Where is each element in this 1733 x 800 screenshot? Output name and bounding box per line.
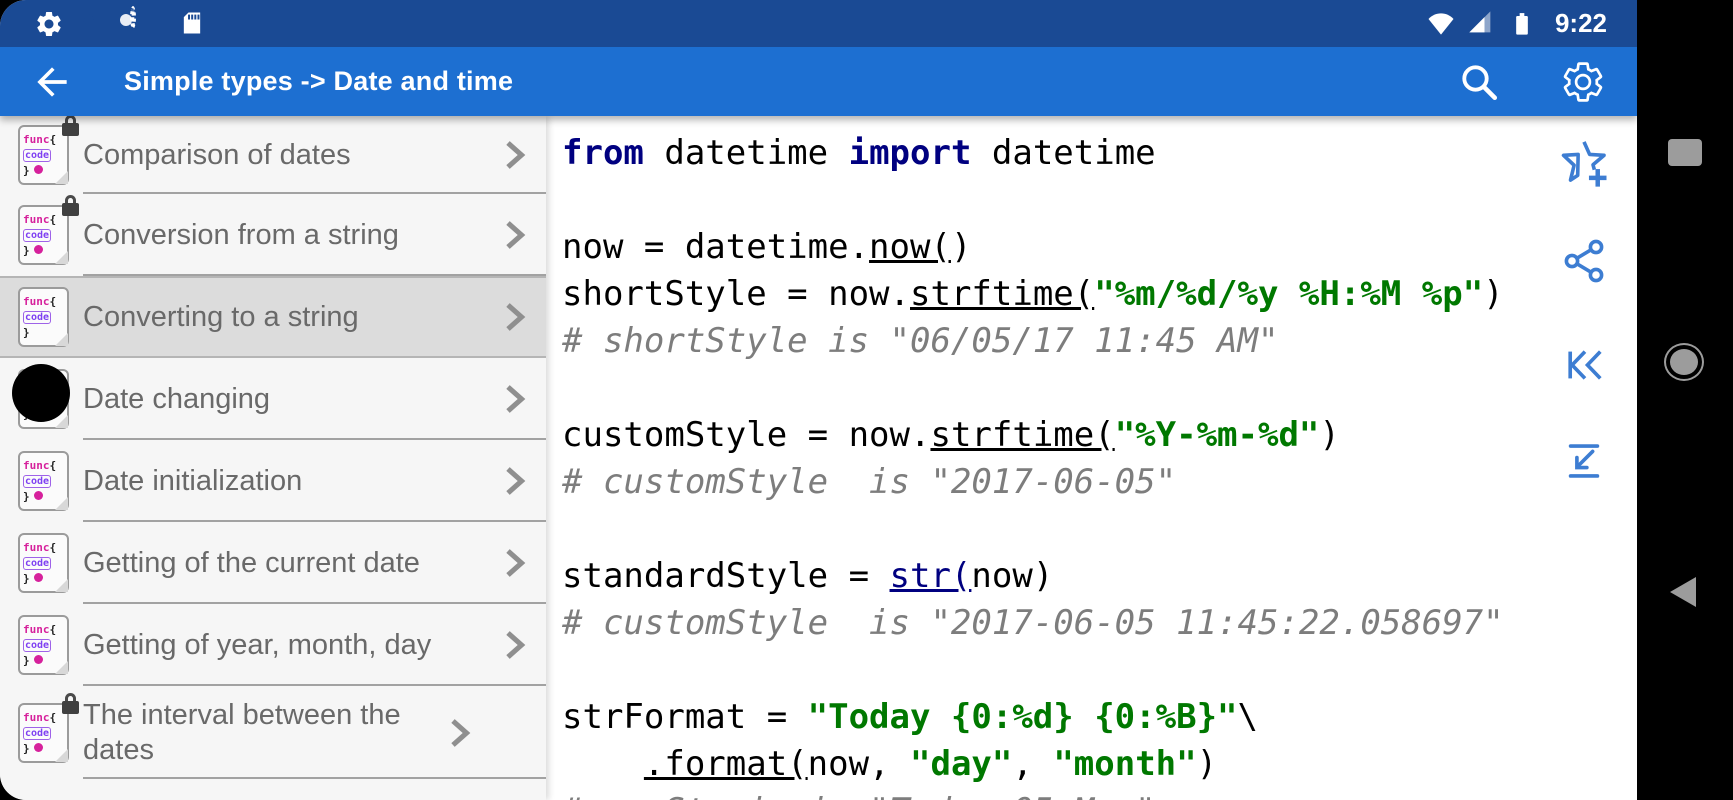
back-arrow-icon[interactable] xyxy=(26,56,78,108)
back-button[interactable] xyxy=(1670,577,1696,607)
code-line: customStyle = now.strftime("%Y-%m-%d") xyxy=(562,412,1637,459)
chevron-right-icon xyxy=(496,545,532,581)
sidebar-item-label: Date initialization xyxy=(83,464,496,499)
chevron-right-icon xyxy=(496,217,532,253)
sidebar-item[interactable]: func{code}Date changing xyxy=(0,358,546,440)
code-line: # shortStyle is "06/05/17 11:45 AM" xyxy=(562,318,1637,365)
sdcard-icon xyxy=(178,9,208,39)
code-line xyxy=(562,506,1637,553)
collapse-down-icon[interactable] xyxy=(1557,434,1611,488)
chevron-right-icon xyxy=(496,137,532,173)
code-line: .format(now, "day", "month") xyxy=(562,741,1637,788)
code-line: from datetime import datetime xyxy=(562,130,1637,177)
app-bar: Simple types -> Date and time xyxy=(0,47,1637,116)
main-content: func{code}Comparison of datesfunc{code}C… xyxy=(0,116,1637,800)
chevron-right-icon xyxy=(496,299,532,335)
wifi-icon xyxy=(1426,9,1456,39)
battery-icon xyxy=(1508,9,1538,39)
page-title: Simple types -> Date and time xyxy=(124,66,513,97)
code-area[interactable]: from datetime import datetime now = date… xyxy=(546,116,1637,800)
sidebar-item[interactable]: func{code}The interval between the dates xyxy=(0,686,546,779)
code-line: # customStyle is "2017-06-05 11:45:22.05… xyxy=(562,600,1637,647)
lock-icon xyxy=(62,693,79,714)
func-code-doc-icon: func{code} xyxy=(18,615,69,675)
sidebar-item-label: The interval between the dates xyxy=(83,698,441,768)
sidebar-item-label: Date changing xyxy=(83,382,496,417)
sidebar-item-label: Conversion from a string xyxy=(83,218,496,253)
black-circle-icon xyxy=(12,364,70,422)
status-bar-left-icons: A... xyxy=(34,9,208,39)
chevron-right-icon xyxy=(441,715,477,751)
lock-icon xyxy=(62,195,79,216)
skip-to-start-icon[interactable] xyxy=(1557,338,1611,392)
code-editor[interactable]: from datetime import datetime now = date… xyxy=(546,116,1637,800)
code-line: # newStr is in "Today 05 May" xyxy=(562,788,1637,800)
sidebar-item[interactable]: func{code} Getting of year, month, day xyxy=(0,604,546,686)
func-code-doc-icon: func{code} xyxy=(18,287,69,347)
code-line: now = datetime.now() xyxy=(562,224,1637,271)
code-line xyxy=(562,365,1637,412)
recents-button[interactable] xyxy=(1668,139,1702,166)
sidebar-item-label: Getting of the current date xyxy=(83,546,496,581)
chevron-right-icon xyxy=(496,627,532,663)
topic-list: func{code}Comparison of datesfunc{code}C… xyxy=(0,116,546,800)
sidebar-item[interactable]: func{code} Date initialization xyxy=(0,440,546,522)
sidebar-item[interactable]: func{code} Getting of the current date xyxy=(0,522,546,604)
sidebar-item[interactable]: func{code} Converting to a string xyxy=(0,276,546,358)
status-bar: A... 9:22 xyxy=(0,0,1637,47)
timer-icon xyxy=(130,9,160,39)
translate-icon: A... xyxy=(82,9,112,39)
device-screen: A... 9:22 Simple types -> xyxy=(0,0,1637,800)
chevron-right-icon xyxy=(496,381,532,417)
code-line: # customStyle is "2017-06-05" xyxy=(562,459,1637,506)
home-button[interactable] xyxy=(1664,343,1704,381)
clock-time: 9:22 xyxy=(1555,8,1607,39)
code-line: shortStyle = now.strftime("%m/%d/%y %H:%… xyxy=(562,271,1637,318)
sidebar-item-label: Converting to a string xyxy=(83,300,496,335)
code-line: strFormat = "Today {0:%d} {0:%B}"\ xyxy=(562,694,1637,741)
search-icon[interactable] xyxy=(1453,56,1505,108)
signal-icon xyxy=(1467,9,1497,39)
favorite-add-icon[interactable] xyxy=(1557,136,1611,190)
status-bar-right: 9:22 xyxy=(1426,8,1607,39)
sidebar-item-label: Getting of year, month, day xyxy=(83,628,496,663)
sidebar-item[interactable]: func{code}Conversion from a string xyxy=(0,194,546,276)
code-line: standardStyle = str(now) xyxy=(562,553,1637,600)
android-nav-bar xyxy=(1637,0,1733,800)
func-code-doc-icon: func{code} xyxy=(18,533,69,593)
sidebar-item-label: Comparison of dates xyxy=(83,138,496,173)
share-icon[interactable] xyxy=(1557,234,1611,288)
func-code-doc-icon: func{code} xyxy=(18,451,69,511)
settings-icon xyxy=(34,9,64,39)
sidebar-item[interactable]: func{code}Comparison of dates xyxy=(0,116,546,194)
settings-outline-icon[interactable] xyxy=(1557,56,1609,108)
code-line xyxy=(562,177,1637,224)
code-line xyxy=(562,647,1637,694)
chevron-right-icon xyxy=(496,463,532,499)
lock-icon xyxy=(62,115,79,136)
